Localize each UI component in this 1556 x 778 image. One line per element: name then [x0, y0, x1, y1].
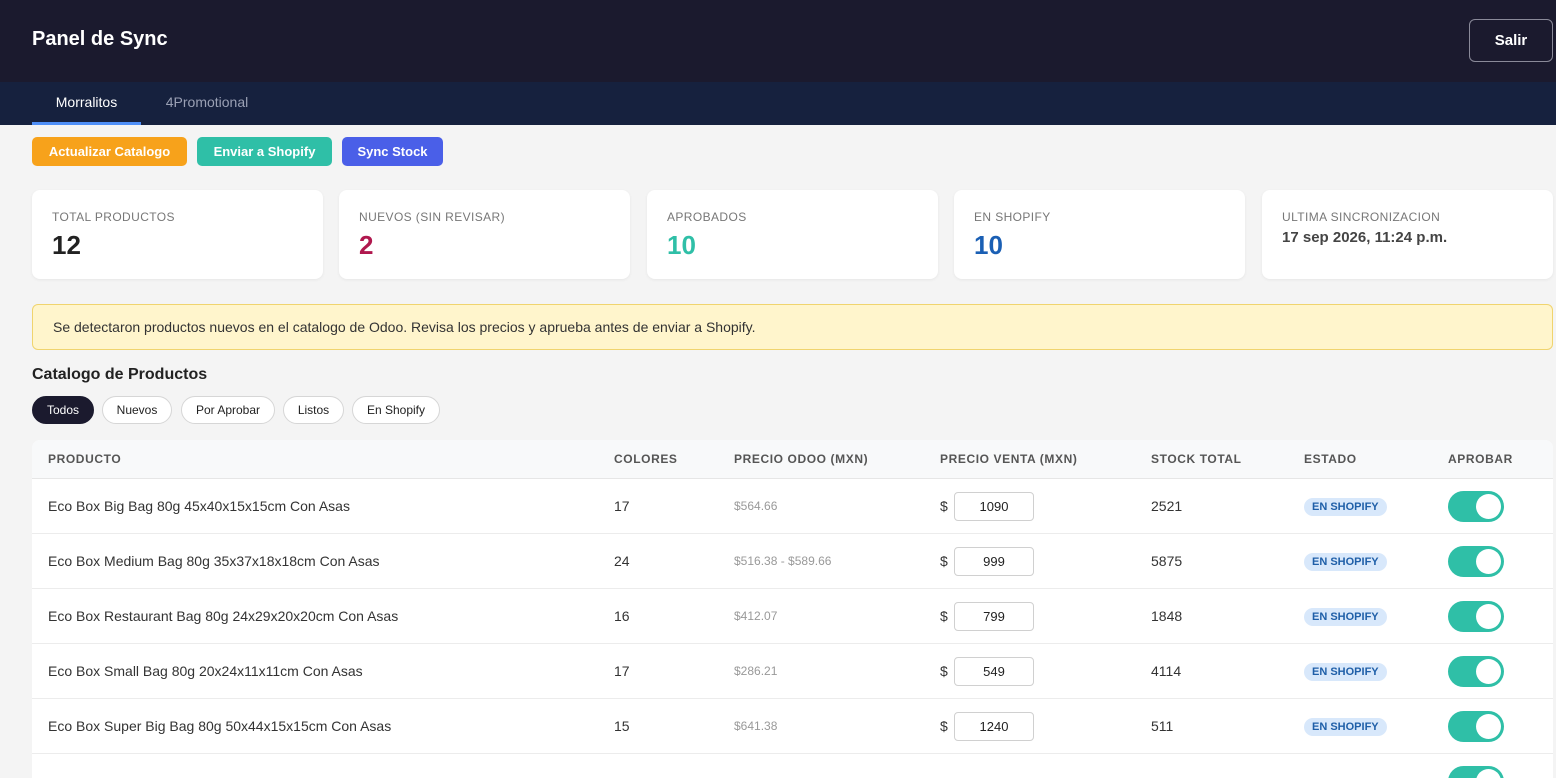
colors-count: 15: [614, 718, 630, 734]
odoo-price: $286.21: [734, 664, 778, 678]
stat-card-new: NUEVOS (SIN REVISAR) 2: [339, 190, 630, 279]
col-status: ESTADO: [1304, 452, 1357, 466]
colors-count: 17: [614, 663, 630, 679]
filter-nuevos[interactable]: Nuevos: [102, 396, 172, 424]
product-name: Eco Box Big Bag 80g 45x40x15x15cm Con As…: [48, 498, 350, 514]
table-row: Eco Box Super Big Bag 80g 50x44x15x15cm …: [32, 699, 1553, 754]
stat-card-approved: APROBADOS 10: [647, 190, 938, 279]
stat-label: APROBADOS: [667, 210, 747, 224]
tab-4promotional[interactable]: 4Promotional: [152, 82, 262, 125]
catalog-title: Catalogo de Productos: [32, 366, 208, 383]
currency-symbol: $: [940, 608, 948, 624]
status-badge: EN SHOPIFY: [1304, 498, 1387, 516]
send-shopify-button[interactable]: Enviar a Shopify: [197, 137, 332, 166]
approve-toggle[interactable]: [1448, 546, 1504, 577]
stat-card-total: TOTAL PRODUCTOS 12: [32, 190, 323, 279]
odoo-price: $412.07: [734, 609, 778, 623]
sale-price-input[interactable]: [954, 547, 1034, 576]
status-badge: EN SHOPIFY: [1304, 553, 1387, 571]
col-odoo-price: PRECIO ODOO (MXN): [734, 452, 869, 466]
product-name: Eco Box Small Bag 80g 20x24x11x11cm Con …: [48, 663, 363, 679]
table-row: Eco Box Big Bag 80g 45x40x15x15cm Con As…: [32, 479, 1553, 534]
stat-label: NUEVOS (SIN REVISAR): [359, 210, 506, 224]
stat-card-shopify: EN SHOPIFY 10: [954, 190, 1245, 279]
stat-label: EN SHOPIFY: [974, 210, 1051, 224]
col-product: PRODUCTO: [48, 452, 122, 466]
update-catalog-button[interactable]: Actualizar Catalogo: [32, 137, 187, 166]
filter-todos[interactable]: Todos: [32, 396, 94, 424]
currency-symbol: $: [940, 718, 948, 734]
col-stock: STOCK TOTAL: [1151, 452, 1242, 466]
approve-toggle[interactable]: [1448, 711, 1504, 742]
logout-button[interactable]: Salir: [1469, 19, 1553, 62]
table-row-partial: [32, 754, 1553, 778]
product-name: Eco Box Super Big Bag 80g 50x44x15x15cm …: [48, 718, 392, 734]
product-name: Eco Box Restaurant Bag 80g 24x29x20x20cm…: [48, 608, 399, 624]
stat-value: 12: [52, 230, 81, 260]
table-row: Eco Box Restaurant Bag 80g 24x29x20x20cm…: [32, 589, 1553, 644]
col-approve: APROBAR: [1448, 452, 1513, 466]
filter-en-shopify[interactable]: En Shopify: [352, 396, 440, 424]
approve-toggle[interactable]: [1448, 491, 1504, 522]
status-badge: EN SHOPIFY: [1304, 663, 1387, 681]
stat-value: 10: [667, 230, 696, 260]
products-table: PRODUCTO COLORES PRECIO ODOO (MXN) PRECI…: [32, 440, 1553, 778]
product-name: Eco Box Medium Bag 80g 35x37x18x18cm Con…: [48, 553, 380, 569]
status-badge: EN SHOPIFY: [1304, 608, 1387, 626]
top-bar: Panel de Sync Salir: [0, 0, 1556, 82]
toggle-knob: [1476, 604, 1501, 629]
stock-total: 2521: [1151, 498, 1183, 514]
col-sale-price: PRECIO VENTA (MXN): [940, 452, 1078, 466]
stat-card-last-sync: ULTIMA SINCRONIZACION 17 sep 2026, 11:24…: [1262, 190, 1553, 279]
colors-count: 16: [614, 608, 630, 624]
toggle-knob: [1476, 714, 1501, 739]
odoo-price: $564.66: [734, 499, 778, 513]
filter-listos[interactable]: Listos: [283, 396, 344, 424]
store-tabs: Morralitos 4Promotional: [0, 82, 1556, 125]
sale-price-input[interactable]: [954, 602, 1034, 631]
table-row: Eco Box Small Bag 80g 20x24x11x11cm Con …: [32, 644, 1553, 699]
toggle-knob: [1476, 769, 1501, 778]
currency-symbol: $: [940, 663, 948, 679]
stat-value: 10: [974, 230, 1003, 260]
table-header: PRODUCTO COLORES PRECIO ODOO (MXN) PRECI…: [32, 440, 1553, 479]
odoo-price: $641.38: [734, 719, 778, 733]
sale-price-input[interactable]: [954, 492, 1034, 521]
app-title: Panel de Sync: [32, 28, 168, 50]
currency-symbol: $: [940, 498, 948, 514]
status-badge: EN SHOPIFY: [1304, 718, 1387, 736]
sale-price-input[interactable]: [954, 712, 1034, 741]
stat-value: 2: [359, 230, 374, 260]
approve-toggle[interactable]: [1448, 656, 1504, 687]
toggle-knob: [1476, 549, 1501, 574]
filter-por-aprobar[interactable]: Por Aprobar: [181, 396, 275, 424]
toggle-knob: [1476, 494, 1501, 519]
stock-total: 4114: [1151, 663, 1182, 679]
currency-symbol: $: [940, 553, 948, 569]
sync-stock-button[interactable]: Sync Stock: [342, 137, 443, 166]
approve-toggle[interactable]: [1448, 766, 1504, 778]
sale-price-input[interactable]: [954, 657, 1034, 686]
stat-value: 17 sep 2026, 11:24 p.m.: [1282, 229, 1448, 246]
odoo-price: $516.38 - $589.66: [734, 554, 832, 568]
stock-total: 511: [1151, 718, 1174, 734]
tab-morralitos[interactable]: Morralitos: [32, 82, 141, 125]
stock-total: 1848: [1151, 608, 1183, 624]
table-row: Eco Box Medium Bag 80g 35x37x18x18cm Con…: [32, 534, 1553, 589]
col-colors: COLORES: [614, 452, 678, 466]
approve-toggle[interactable]: [1448, 601, 1504, 632]
new-products-alert: Se detectaron productos nuevos en el cat…: [32, 304, 1553, 350]
stock-total: 5875: [1151, 553, 1183, 569]
toggle-knob: [1476, 659, 1501, 684]
stat-label: TOTAL PRODUCTOS: [52, 210, 175, 224]
colors-count: 24: [614, 553, 630, 569]
stat-label: ULTIMA SINCRONIZACION: [1282, 210, 1441, 224]
colors-count: 17: [614, 498, 630, 514]
